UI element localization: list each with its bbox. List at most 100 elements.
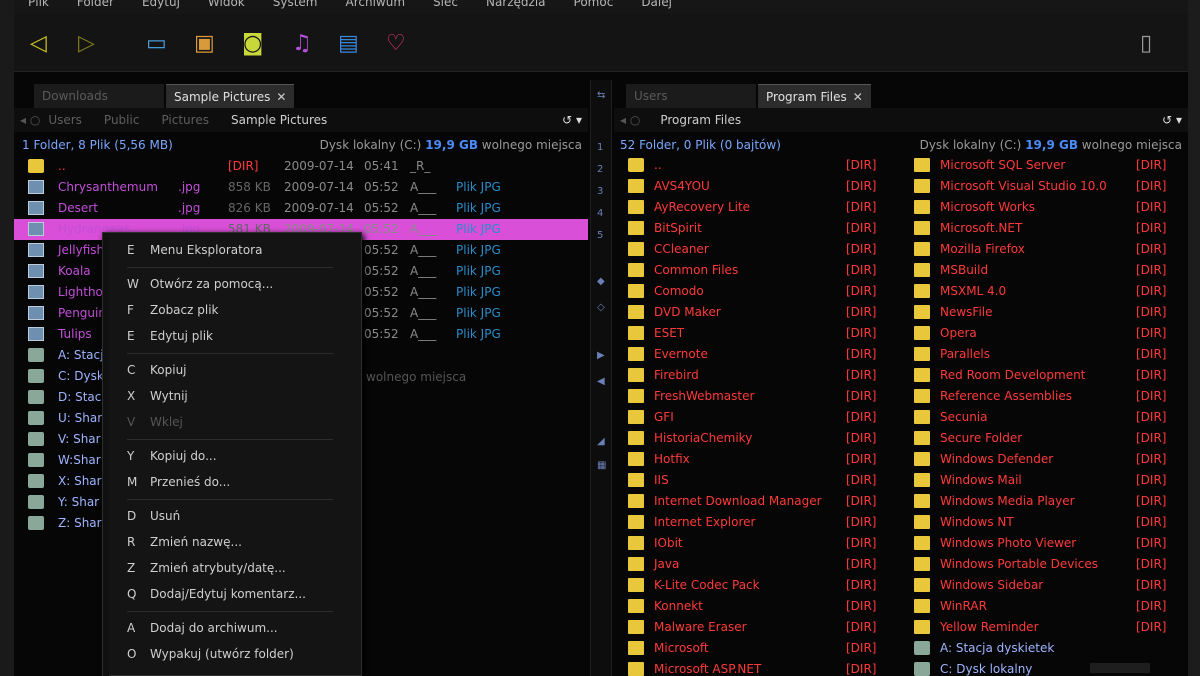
arrows-icon[interactable]: ⇆ <box>597 90 605 101</box>
diamond-outline-icon[interactable]: ◇ <box>597 302 605 313</box>
mid-item-3[interactable]: 3 <box>597 186 603 197</box>
clapperboard-icon[interactable]: ▤ <box>338 32 359 56</box>
breadcrumb-public[interactable]: Public <box>104 113 140 127</box>
right-arrow-icon[interactable]: ▶ <box>597 350 605 361</box>
refresh-icon[interactable]: ↺ ▾ <box>1162 113 1182 127</box>
folder-row[interactable]: Microsoft Visual Studio 10.0 [DIR] <box>914 177 1200 198</box>
folder-row[interactable]: GFI [DIR] <box>628 408 918 429</box>
context-menu-item[interactable]: R Zmień nazwę... <box>103 529 361 555</box>
file-row[interactable]: Chrysanthemum .jpg 858 KB 2009-07-14 05:52 A_… <box>14 177 588 198</box>
context-menu-item[interactable]: E Edytuj plik <box>103 323 361 349</box>
folder-row[interactable]: Yellow Reminder [DIR] <box>914 618 1200 639</box>
mid-item-5[interactable]: 5 <box>597 230 603 241</box>
mid-item-2[interactable]: 2 <box>597 164 603 175</box>
folder-row[interactable]: Windows Media Player [DIR] <box>914 492 1200 513</box>
folder-row[interactable]: IObit [DIR] <box>628 534 918 555</box>
close-icon[interactable]: ✕ <box>276 90 286 104</box>
context-menu-item[interactable]: O Wypakuj (utwórz folder) <box>103 641 361 667</box>
context-menu-item[interactable]: W Otwórz za pomocą... <box>103 271 361 297</box>
folder-row[interactable]: Microsoft ASP.NET [DIR] <box>628 660 918 676</box>
folder-row[interactable]: Red Room Development [DIR] <box>914 366 1200 387</box>
mid-item-1[interactable]: 1 <box>597 142 603 153</box>
context-menu-item[interactable]: X Wytnij <box>103 383 361 409</box>
folder-row[interactable]: Microsoft [DIR] <box>628 639 918 660</box>
file-row[interactable]: .. [DIR] 2009-07-14 05:41 _R_ <box>14 156 588 177</box>
context-menu-item[interactable]: A Dodaj do archiwum... <box>103 615 361 641</box>
folder-row[interactable]: Konnekt [DIR] <box>628 597 918 618</box>
folder-row[interactable]: Comodo [DIR] <box>628 282 918 303</box>
folder-row[interactable]: WinRAR [DIR] <box>914 597 1200 618</box>
context-menu-item[interactable]: M Przenieś do... <box>103 469 361 495</box>
monitor-icon[interactable]: ▭ <box>146 32 167 56</box>
tab-program-files[interactable]: Program Files ✕ <box>758 84 871 108</box>
menu-item-6[interactable]: Sieć <box>419 0 472 14</box>
context-menu-item[interactable]: V Wklej <box>103 409 361 435</box>
folder-row[interactable]: Windows Mail [DIR] <box>914 471 1200 492</box>
folder-row[interactable]: Hotfix [DIR] <box>628 450 918 471</box>
file-row[interactable]: Desert .jpg 826 KB 2009-07-14 05:52 A___ Plik … <box>14 198 588 219</box>
close-icon[interactable]: ✕ <box>853 90 863 104</box>
folder-row[interactable]: Windows Sidebar [DIR] <box>914 576 1200 597</box>
menu-item-9[interactable]: Dalej <box>627 0 686 14</box>
context-menu-item[interactable]: Z Zmień atrybuty/datę... <box>103 555 361 581</box>
menu-item-7[interactable]: Narzędzia <box>472 0 560 14</box>
folder-row[interactable]: ESET [DIR] <box>628 324 918 345</box>
folder-row[interactable]: Windows Photo Viewer [DIR] <box>914 534 1200 555</box>
trash-icon[interactable]: ▯ <box>1140 32 1152 56</box>
menu-item-4[interactable]: System <box>259 0 332 14</box>
context-menu-item[interactable]: E Menu Eksploratora <box>103 237 361 263</box>
drive-row[interactable]: C: Dysk lokalny <box>914 660 1200 676</box>
diamond-icon[interactable]: ◆ <box>597 276 605 287</box>
folder-row[interactable]: MSXML 4.0 [DIR] <box>914 282 1200 303</box>
context-menu-item[interactable]: D Usuń <box>103 503 361 529</box>
folder-row[interactable]: Malware Eraser [DIR] <box>628 618 918 639</box>
tab-downloads[interactable]: Downloads <box>34 84 164 108</box>
grid-icon[interactable]: ▦ <box>597 460 606 471</box>
folder-row[interactable]: Opera [DIR] <box>914 324 1200 345</box>
breadcrumb-pictures[interactable]: Pictures <box>161 113 209 127</box>
signal-icon[interactable]: ◢ <box>597 436 605 447</box>
folder-row[interactable]: Windows NT [DIR] <box>914 513 1200 534</box>
folder-row[interactable]: Mozilla Firefox [DIR] <box>914 240 1200 261</box>
refresh-icon[interactable]: ↺ ▾ <box>562 113 582 127</box>
folder-row[interactable]: BitSpirit [DIR] <box>628 219 918 240</box>
folder-row[interactable]: MSBuild [DIR] <box>914 261 1200 282</box>
folder-row[interactable]: FreshWebmaster [DIR] <box>628 387 918 408</box>
folder-row[interactable]: NewsFile [DIR] <box>914 303 1200 324</box>
folder-row[interactable]: Secunia [DIR] <box>914 408 1200 429</box>
horizontal-scrollbar[interactable] <box>1090 663 1150 673</box>
folder-row[interactable]: Internet Explorer [DIR] <box>628 513 918 534</box>
folder-row[interactable]: AVS4YOU [DIR] <box>628 177 918 198</box>
back-arrow-icon[interactable]: ◁ <box>30 32 47 56</box>
context-menu-item[interactable]: C Kopiuj <box>103 357 361 383</box>
context-menu-item[interactable]: Q Dodaj/Edytuj komentarz... <box>103 581 361 607</box>
menu-item-1[interactable]: Folder <box>63 0 128 14</box>
folder-row[interactable]: Firebird [DIR] <box>628 366 918 387</box>
folder-row[interactable]: Windows Defender [DIR] <box>914 450 1200 471</box>
folder-row[interactable]: Java [DIR] <box>628 555 918 576</box>
folder-row[interactable]: Reference Assemblies [DIR] <box>914 387 1200 408</box>
menu-item-2[interactable]: Edytuj <box>128 0 194 14</box>
briefcase-icon[interactable]: ▣ <box>194 32 215 56</box>
mid-item-4[interactable]: 4 <box>597 208 603 219</box>
left-arrow-icon[interactable]: ◀ <box>597 376 605 387</box>
folder-row[interactable]: Secure Folder [DIR] <box>914 429 1200 450</box>
drive-row[interactable]: A: Stacja dyskietek <box>914 639 1200 660</box>
folder-row[interactable]: CCleaner [DIR] <box>628 240 918 261</box>
folder-row[interactable]: AyRecovery Lite [DIR] <box>628 198 918 219</box>
folder-row[interactable]: HistoriaChemiky [DIR] <box>628 429 918 450</box>
folder-row[interactable]: Common Files [DIR] <box>628 261 918 282</box>
context-menu-item[interactable]: Y Kopiuj do... <box>103 443 361 469</box>
history-icon[interactable]: ◂ ○ <box>620 113 640 127</box>
breadcrumb-users[interactable]: Users <box>48 113 82 127</box>
menu-item-5[interactable]: Archiwum <box>332 0 420 14</box>
folder-row[interactable]: DVD Maker [DIR] <box>628 303 918 324</box>
folder-row[interactable]: Evernote [DIR] <box>628 345 918 366</box>
heart-icon[interactable]: ♡ <box>386 32 406 56</box>
camera-icon[interactable]: ◙ <box>242 32 263 56</box>
menu-item-0[interactable]: Plik <box>14 0 63 14</box>
breadcrumb-sample-pictures[interactable]: Sample Pictures <box>231 113 327 127</box>
forward-arrow-icon[interactable]: ▷ <box>78 32 95 56</box>
folder-row[interactable]: IIS [DIR] <box>628 471 918 492</box>
tab-users[interactable]: Users <box>626 84 756 108</box>
